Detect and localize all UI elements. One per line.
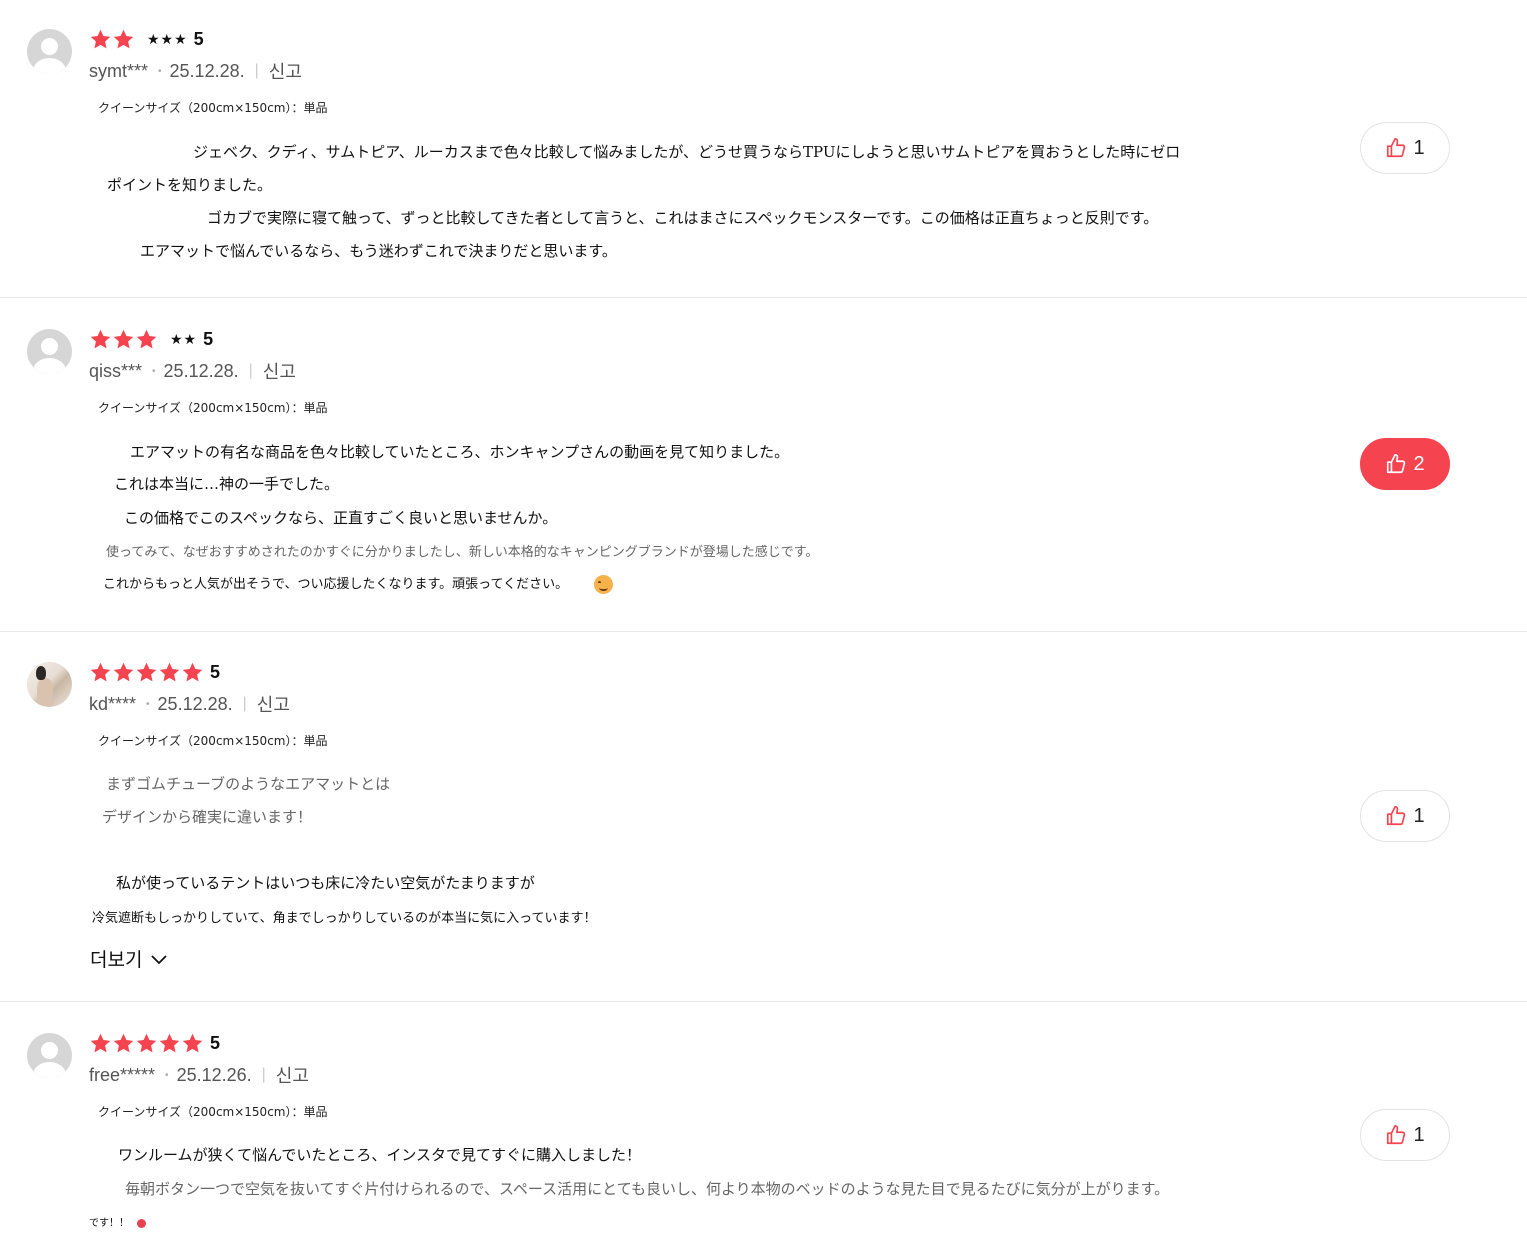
star-icon (135, 328, 158, 351)
rating-stars: ★★★ 5 (89, 28, 204, 51)
like-count: 1 (1413, 136, 1425, 159)
show-more-label: 더보기 (90, 949, 143, 971)
product-option: クイーンサイズ（200cm×150cm）：単品 (98, 101, 328, 115)
report-button[interactable]: 신고 (276, 1062, 309, 1088)
product-option: クイーンサイズ（200cm×150cm）：単品 (98, 734, 328, 748)
thumbs-up-icon (1387, 1125, 1406, 1145)
review-text-line: 使ってみて、なぜおすすめされたのかすぐに分かりましたし、新しい本格的なキャンピン… (106, 545, 819, 560)
star-icon (89, 28, 112, 51)
username: qiss*** (89, 360, 143, 381)
divider (0, 297, 1527, 298)
review-text-line: ワンルームが狭くて悩んでいたところ、インスタで見てすぐに購入しました！ (118, 1146, 642, 1164)
like-count: 2 (1413, 452, 1425, 475)
like-count: 1 (1413, 1123, 1425, 1146)
product-option: クイーンサイズ（200cm×150cm）：単品 (98, 1105, 328, 1119)
review-text-line: ゴカブで実際に寝て触って、ずっと比較してきた者として言うと、これはまさにスペック… (207, 209, 1159, 227)
review-meta: symt*** • 25.12.28. | 신고 (89, 58, 302, 84)
separator: | (254, 62, 259, 79)
review-text: です！！ (89, 1218, 129, 1229)
star-icon (112, 328, 135, 351)
username: kd**** (89, 693, 137, 714)
review-meta: kd**** • 25.12.28. | 신고 (89, 691, 290, 717)
review-text-line: 冷気遮断もしっかりしていて、角までしっかりしているのが本当に気に入っています！ (92, 911, 597, 926)
star-icon (112, 28, 135, 51)
rating-score: 5 (203, 329, 214, 349)
dot-separator: • (158, 65, 162, 77)
review-text-line: 毎朝ボタン一つで空気を抜いてすぐ片付けられるので、スペース活用にとても良いし、何… (125, 1180, 1170, 1198)
separator: | (242, 695, 247, 712)
review-text-line: 私が使っているテントはいつも床に冷たい空気がたまりますが (116, 874, 535, 892)
thumbs-up-icon (1387, 806, 1406, 826)
review-meta: qiss*** • 25.12.28. | 신고 (89, 358, 296, 384)
dot-separator: • (146, 698, 150, 710)
like-count: 1 (1413, 804, 1425, 827)
review-meta: free***** • 25.12.26. | 신고 (89, 1062, 309, 1088)
divider (0, 1001, 1527, 1002)
review-text: これからもっと人気が出そうで、つい応援したくなります。頑張ってください。 (103, 577, 569, 592)
star-icon (135, 661, 158, 684)
review-text-line: です！！ (89, 1214, 146, 1229)
like-button[interactable]: 2 (1360, 438, 1450, 490)
review-text-line: これからもっと人気が出そうで、つい応援したくなります。頑張ってください。 (103, 573, 614, 594)
dot-separator: • (152, 365, 156, 377)
thumbs-up-icon (1387, 138, 1406, 158)
like-button[interactable]: 1 (1360, 790, 1450, 842)
separator: | (248, 362, 253, 379)
review-text-line: これは本当に…神の一手でした。 (114, 475, 340, 493)
rating-score: 5 (193, 29, 204, 49)
rating-stars: ★★ 5 (89, 328, 213, 351)
review-text-line: まずゴムチューブのようなエアマットとは (106, 775, 391, 793)
avatar (27, 329, 72, 374)
rating-stars: 5 (89, 661, 220, 684)
like-button[interactable]: 1 (1360, 122, 1450, 174)
review-text-line: デザインから確実に違います！ (102, 808, 313, 826)
sparkle-emoji-icon (137, 1219, 146, 1228)
review-date: 25.12.28. (169, 60, 245, 81)
extra-stars-text: ★★ (170, 331, 198, 348)
report-button[interactable]: 신고 (257, 691, 290, 717)
star-icon (181, 661, 204, 684)
review-text-line: エアマットで悩んでいるなら、もう迷わずこれで決まりだと思います。 (140, 242, 617, 260)
star-icon (89, 1032, 112, 1055)
extra-stars-text: ★★★ (147, 31, 188, 48)
avatar (27, 662, 72, 707)
show-more-button[interactable]: 더보기 (90, 945, 168, 972)
separator: | (261, 1066, 266, 1083)
review-text-line: ジェベク、クディ、サムトピア、ルーカスまで色々比較して悩みましたが、どうせ買うな… (193, 143, 1181, 161)
report-button[interactable]: 신고 (269, 58, 302, 84)
smile-emoji-icon (594, 575, 614, 594)
avatar (27, 29, 72, 74)
like-button[interactable]: 1 (1360, 1109, 1450, 1161)
star-icon (112, 661, 135, 684)
dot-separator: • (165, 1069, 169, 1081)
divider (0, 631, 1527, 632)
username: symt*** (89, 60, 149, 81)
star-icon (112, 1032, 135, 1055)
chevron-down-icon (151, 954, 168, 964)
review-date: 25.12.26. (176, 1064, 252, 1085)
star-icon (135, 1032, 158, 1055)
review-date: 25.12.28. (163, 360, 239, 381)
star-icon (158, 1032, 181, 1055)
rating-score: 5 (210, 1033, 221, 1053)
report-button[interactable]: 신고 (263, 358, 296, 384)
star-icon (89, 661, 112, 684)
review-text-line: この価格でこのスペックなら、正直すごく良いと思いませんか。 (124, 509, 558, 527)
review-text-line: エアマットの有名な商品を色々比較していたところ、ホンキャンプさんの動画を見て知り… (130, 443, 790, 461)
rating-stars: 5 (89, 1032, 220, 1055)
product-option: クイーンサイズ（200cm×150cm）：単品 (98, 401, 328, 415)
star-icon (181, 1032, 204, 1055)
rating-score: 5 (210, 662, 221, 682)
username: free***** (89, 1064, 156, 1085)
avatar (27, 1033, 72, 1078)
star-icon (89, 328, 112, 351)
review-text-line: ポイントを知りました。 (107, 176, 273, 194)
star-icon (158, 661, 181, 684)
thumbs-up-icon (1387, 454, 1406, 474)
review-date: 25.12.28. (157, 693, 233, 714)
